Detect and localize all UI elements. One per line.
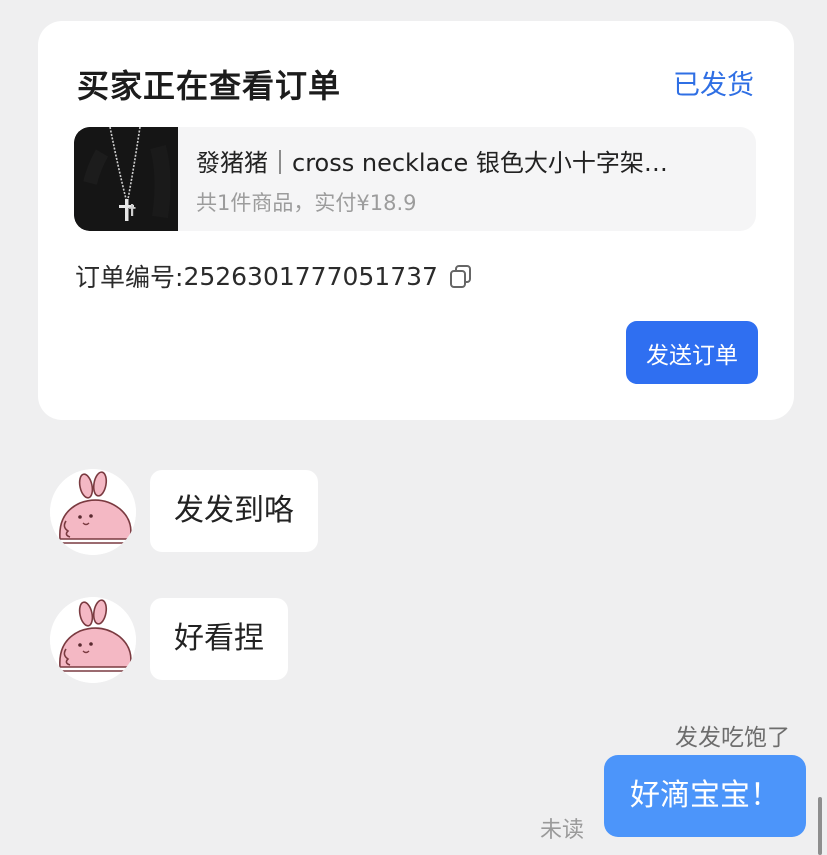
avatar[interactable] — [50, 469, 136, 555]
pink-rabbit-icon — [50, 469, 136, 555]
copy-icon[interactable] — [448, 263, 474, 289]
incoming-message[interactable]: 好看捏 — [150, 598, 288, 680]
product-name[interactable]: 發猪猪｜cross necklace 银色大小十字架… — [196, 143, 741, 178]
order-number: 2526301777051737 — [183, 261, 438, 291]
cross-necklace-image — [74, 127, 178, 231]
send-order-button[interactable]: 发送订单 — [626, 321, 758, 384]
order-number-row: 订单编号: 2526301777051737 — [75, 258, 474, 294]
product-meta: 共1件商品，实付¥18.9 — [196, 191, 417, 215]
order-number-label: 订单编号: — [75, 263, 184, 292]
product-thumbnail[interactable] — [74, 127, 178, 231]
order-card[interactable]: 买家正在查看订单 已发货 發猪猪｜cross necklace 银色大小十字架…… — [38, 21, 794, 420]
shipping-status: 已发货 — [673, 70, 754, 101]
outgoing-message[interactable]: 好滴宝宝！ — [604, 755, 806, 837]
scrollbar[interactable] — [818, 797, 822, 855]
sender-name: 发发吃饱了 — [675, 725, 790, 751]
read-status: 未读 — [540, 818, 585, 843]
order-card-title: 买家正在查看订单 — [77, 67, 342, 105]
product-row[interactable]: 發猪猪｜cross necklace 银色大小十字架… 共1件商品，实付¥18.… — [74, 127, 756, 231]
pink-rabbit-icon — [50, 597, 136, 683]
incoming-message[interactable]: 发发到咯 — [150, 470, 318, 552]
avatar[interactable] — [50, 597, 136, 683]
